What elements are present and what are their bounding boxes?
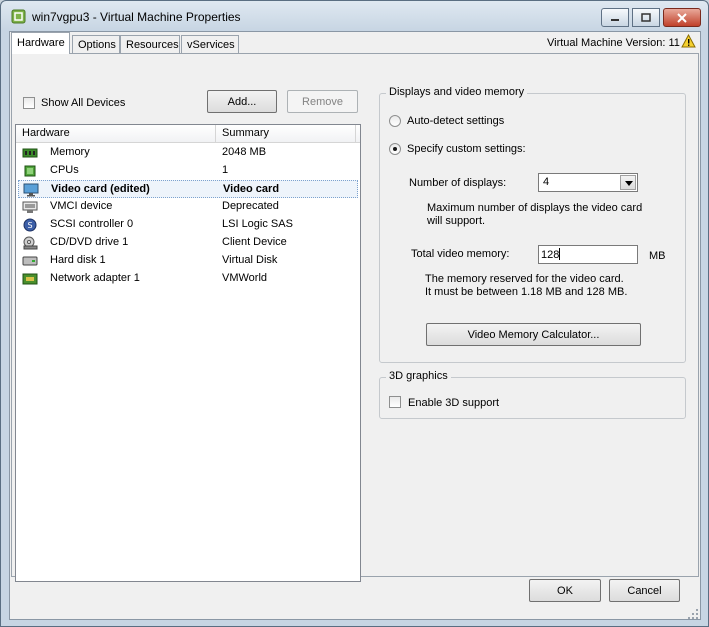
hardware-summary: Deprecated — [222, 200, 279, 212]
remove-button[interactable]: Remove — [287, 90, 358, 113]
memory-icon — [22, 148, 38, 158]
hardware-list[interactable]: Hardware Summary Memory 2048 MB CPUs 1 V… — [15, 124, 361, 582]
network-icon — [22, 273, 38, 285]
hardware-list-header: Hardware Summary — [16, 125, 360, 143]
minimize-button[interactable] — [601, 8, 629, 27]
number-of-displays-label: Number of displays: — [409, 177, 507, 189]
hardware-summary: Client Device — [222, 236, 287, 248]
add-button[interactable]: Add... — [207, 90, 277, 113]
total-video-memory-label: Total video memory: — [411, 248, 510, 260]
column-header-hardware[interactable]: Hardware — [22, 127, 70, 139]
hardware-summary: VMWorld — [222, 272, 268, 284]
specify-custom-label: Specify custom settings: — [407, 143, 526, 155]
enable-3d-support-checkbox[interactable] — [389, 396, 401, 408]
show-all-devices-label: Show All Devices — [41, 97, 126, 109]
maximize-button[interactable] — [632, 8, 660, 27]
svg-text:S: S — [27, 221, 32, 230]
column-separator[interactable] — [215, 125, 216, 143]
dialog-client-area: Hardware Options Resources vServices Vir… — [9, 31, 701, 620]
scsi-icon: S — [23, 218, 37, 232]
title-bar[interactable]: win7vgpu3 - Virtual Machine Properties — [1, 1, 708, 31]
cancel-button[interactable]: Cancel — [609, 579, 680, 602]
number-of-displays-select[interactable]: 4 — [538, 173, 638, 192]
hardware-row-network[interactable]: Network adapter 1 VMWorld — [18, 270, 358, 288]
hardware-summary: Virtual Disk — [222, 254, 278, 266]
hardware-row-cd-dvd[interactable]: CD/DVD drive 1 Client Device — [18, 234, 358, 252]
note-line: will support. — [427, 215, 486, 227]
hardware-row-memory[interactable]: Memory 2048 MB — [18, 144, 358, 162]
hardware-summary: 2048 MB — [222, 146, 267, 158]
hardware-name: CPUs — [50, 164, 79, 176]
auto-detect-radio[interactable] — [389, 115, 401, 127]
hardware-row-hard-disk[interactable]: Hard disk 1 Virtual Disk — [18, 252, 358, 270]
minimize-icon — [611, 18, 619, 21]
note-line: Maximum number of displays the video car… — [427, 202, 643, 214]
hardware-row-cpus[interactable]: CPUs 1 — [18, 162, 358, 180]
vm-properties-window: win7vgpu3 - Virtual Machine Properties H… — [0, 0, 709, 627]
ok-button[interactable]: OK — [529, 579, 601, 602]
hardware-name: Memory — [50, 146, 90, 158]
group-title: 3D graphics — [386, 370, 451, 382]
hardware-name: VMCI device — [50, 200, 113, 212]
total-video-memory-value: 128 — [541, 249, 560, 261]
chevron-down-icon[interactable] — [620, 175, 636, 190]
monitor-icon — [23, 183, 39, 197]
text-caret — [559, 248, 561, 260]
close-button[interactable] — [663, 8, 701, 27]
hardware-name: Video card (edited) — [51, 183, 150, 195]
disk-icon — [22, 256, 38, 266]
cpu-icon — [24, 165, 36, 177]
displays-video-memory-group: Displays and video memory Auto-detect se… — [379, 86, 686, 363]
hardware-row-scsi[interactable]: S SCSI controller 0 LSI Logic SAS — [18, 216, 358, 234]
tab-hardware[interactable]: Hardware — [11, 32, 70, 54]
maximize-icon — [641, 13, 651, 22]
hardware-summary: Video card — [223, 183, 280, 195]
total-video-memory-input[interactable]: 128 — [538, 245, 638, 264]
cd-icon — [23, 236, 38, 250]
specify-custom-radio[interactable] — [389, 143, 401, 155]
warning-icon — [681, 34, 696, 48]
tab-options[interactable]: Options — [72, 35, 120, 54]
3d-graphics-group: 3D graphics Enable 3D support — [379, 370, 686, 419]
column-separator[interactable] — [355, 125, 356, 143]
note-line: The memory reserved for the video card. — [425, 273, 624, 285]
hardware-name: Network adapter 1 — [50, 272, 140, 284]
vm-icon — [11, 9, 26, 24]
column-header-summary[interactable]: Summary — [222, 127, 269, 139]
hardware-summary: LSI Logic SAS — [222, 218, 293, 230]
number-of-displays-value: 4 — [543, 176, 550, 188]
tab-resources[interactable]: Resources — [120, 35, 180, 54]
hardware-name: Hard disk 1 — [50, 254, 106, 266]
hardware-row-video-card[interactable]: Video card (edited) Video card — [18, 180, 358, 198]
hardware-row-vmci[interactable]: VMCI device Deprecated — [18, 198, 358, 216]
vmci-icon — [22, 201, 38, 213]
hardware-summary: 1 — [222, 164, 229, 176]
group-title: Displays and video memory — [386, 86, 528, 98]
close-icon — [677, 12, 687, 23]
number-of-displays-note: Maximum number of displays the video car… — [427, 202, 642, 228]
video-memory-note: The memory reserved for the video card. … — [425, 273, 627, 299]
auto-detect-label: Auto-detect settings — [407, 115, 505, 127]
tab-vservices[interactable]: vServices — [181, 35, 239, 54]
video-memory-calculator-button[interactable]: Video Memory Calculator... — [426, 323, 641, 346]
memory-unit-label: MB — [649, 250, 666, 262]
resize-grip-icon[interactable] — [687, 608, 699, 620]
hardware-name: CD/DVD drive 1 — [50, 236, 129, 248]
note-line: It must be between 1.18 MB and 128 MB. — [425, 286, 628, 298]
hardware-name: SCSI controller 0 — [50, 218, 134, 230]
enable-3d-support-label: Enable 3D support — [408, 397, 500, 409]
window-title: win7vgpu3 - Virtual Machine Properties — [32, 10, 241, 24]
show-all-devices-checkbox[interactable] — [23, 97, 35, 109]
hardware-tab-panel: Show All Devices Add... Remove Hardware … — [11, 53, 699, 582]
vm-version-label: Virtual Machine Version: 11 — [547, 37, 680, 49]
